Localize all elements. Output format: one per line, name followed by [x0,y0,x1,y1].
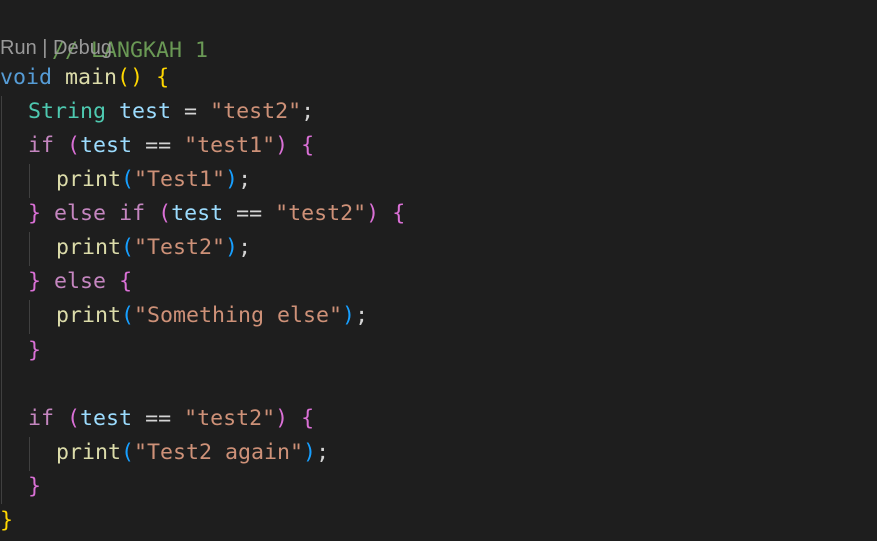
function-print: print [56,303,122,328]
code-line-print[interactable]: print("Test2 again"); [56,436,329,470]
code-line-main-declaration[interactable]: void main() { [0,61,169,95]
bracket-brace-open: { [156,65,170,90]
code-line-else[interactable]: } else { [28,265,132,299]
indent-guide-main [1,96,2,504]
string-literal: "Test2 again" [134,440,304,465]
codelens-run-link[interactable]: Run [0,37,37,59]
string-literal: "test2" [184,406,276,431]
code-line-if[interactable]: if (test == "test1") { [28,129,314,163]
keyword-if: if [28,133,55,158]
indent-guide-if-body [29,164,30,198]
function-print: print [56,440,122,465]
string-literal: "Test1" [134,167,226,192]
code-line-close-main[interactable]: } [0,504,13,538]
variable-test: test [119,99,172,124]
code-line-close-brace[interactable]: } [28,334,41,368]
indent-guide-else-body [29,300,30,334]
keyword-else: else [54,201,107,226]
code-line-print[interactable]: print("Something else"); [56,299,368,333]
keyword-if: if [119,201,146,226]
string-literal: "Test2" [134,235,226,260]
keyword-else: else [54,269,107,294]
function-print: print [56,167,122,192]
bracket-brace-close: } [0,508,14,533]
code-line-comment[interactable]: // LANGKAH 1 [0,0,208,63]
codelens: Run | Debug [0,33,112,63]
indent-guide-if2-body [29,437,30,471]
keyword-if: if [28,406,55,431]
variable-test: test [171,201,224,226]
indent-guide-elseif-body [29,232,30,266]
function-name-main: main [65,65,118,90]
code-line-else-if[interactable]: } else if (test == "test2") { [28,197,405,231]
codelens-debug-link[interactable]: Debug [53,37,112,59]
bracket-paren-open: ( [117,65,131,90]
code-editor[interactable]: // LANGKAH 1 Run | Debug void main() { S… [0,0,877,541]
code-line-print[interactable]: print("Test1"); [56,163,251,197]
code-line-if[interactable]: if (test == "test2") { [28,402,314,436]
variable-test: test [80,406,133,431]
variable-test: test [80,133,133,158]
string-literal: "test2" [210,99,302,124]
keyword-void: void [0,65,53,90]
code-line-declaration[interactable]: String test = "test2"; [28,95,314,129]
bracket-paren-close: ) [130,65,144,90]
function-print: print [56,235,122,260]
string-literal: "test1" [184,133,276,158]
string-literal: "test2" [275,201,367,226]
string-literal: "Something else" [134,303,343,328]
type-string: String [28,99,107,124]
codelens-separator: | [36,37,54,59]
code-line-close-brace[interactable]: } [28,470,41,504]
code-line-print[interactable]: print("Test2"); [56,231,251,265]
